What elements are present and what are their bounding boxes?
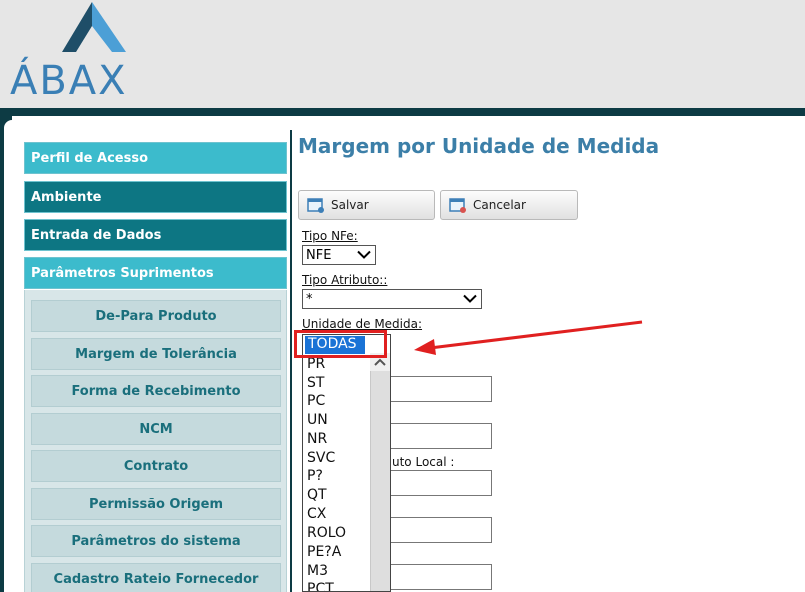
dropdown-option[interactable]: PCT <box>307 581 334 591</box>
annotation-arrow-icon <box>414 320 643 355</box>
dropdown-option[interactable]: M3 <box>307 563 328 579</box>
tipo-nfe-label: Tipo NFe: <box>302 229 358 243</box>
sidebar-section-ambiente[interactable]: Ambiente <box>24 181 287 213</box>
save-button[interactable]: Salvar <box>298 190 435 220</box>
chevron-down-icon <box>357 250 371 259</box>
tipo-nfe-value: NFE <box>306 247 332 263</box>
sidebar-section-perfil-acesso[interactable]: Perfil de Acesso <box>24 142 287 174</box>
unidade-medida-dropdown-list[interactable]: TODAS PR ST PC UN NR SVC P? QT CX ROLO P… <box>302 334 391 592</box>
tipo-atributo-value: * <box>306 291 313 307</box>
save-icon <box>307 198 324 213</box>
sidebar-item-permissao-origem[interactable]: Permissão Origem <box>31 488 281 520</box>
page-title: Margem por Unidade de Medida <box>298 134 660 158</box>
dropdown-option[interactable]: SVC <box>307 450 335 466</box>
dropdown-option[interactable]: NR <box>307 431 327 447</box>
header-band <box>0 108 805 116</box>
tipo-atributo-label: Tipo Atributo:: <box>302 273 388 287</box>
cancel-button-label: Cancelar <box>473 198 526 212</box>
dropdown-option[interactable]: PC <box>307 393 325 409</box>
margin-input-5[interactable] <box>380 564 492 590</box>
margin-input-2[interactable] <box>380 423 492 449</box>
dropdown-option[interactable]: PR <box>307 356 325 372</box>
produto-local-label: uto Local : <box>392 455 455 469</box>
unidade-medida-label: Unidade de Medida: <box>302 317 423 331</box>
dropdown-option[interactable]: ST <box>307 375 324 391</box>
dropdown-option[interactable]: P? <box>307 468 323 484</box>
chevron-down-icon <box>463 294 477 303</box>
dropdown-option[interactable]: UN <box>307 412 328 428</box>
dropdown-option[interactable]: CX <box>307 506 326 522</box>
cancel-icon <box>449 198 466 213</box>
dropdown-option[interactable]: QT <box>307 487 327 503</box>
sidebar-item-de-para-produto[interactable]: De-Para Produto <box>31 300 281 332</box>
margin-input-1[interactable] <box>380 376 492 402</box>
tipo-atributo-select[interactable]: * <box>302 289 482 309</box>
save-button-label: Salvar <box>331 198 369 212</box>
dropdown-scrollbar[interactable] <box>370 353 390 591</box>
logo-wordmark: ÁBAX <box>10 58 128 104</box>
sidebar-section-parametros-suprimentos[interactable]: Parâmetros Suprimentos <box>24 257 287 289</box>
sidebar-item-ncm[interactable]: NCM <box>31 413 281 445</box>
sidebar-item-contrato[interactable]: Contrato <box>31 450 281 482</box>
dropdown-option[interactable]: PE?A <box>307 544 341 560</box>
frame-edge-inner <box>4 120 12 592</box>
margin-input-4[interactable] <box>380 517 492 543</box>
dropdown-option[interactable]: ROLO <box>307 525 346 541</box>
sidebar-item-forma-recebimento[interactable]: Forma de Recebimento <box>31 375 281 407</box>
sidebar-item-cadastro-rateio-fornecedor[interactable]: Cadastro Rateio Fornecedor <box>31 563 281 592</box>
annotation-highlight-box <box>294 330 387 358</box>
tipo-nfe-select[interactable]: NFE <box>302 245 376 265</box>
produto-local-input[interactable] <box>380 470 492 496</box>
cancel-button[interactable]: Cancelar <box>440 190 578 220</box>
app-header: ÁBAX <box>0 0 805 108</box>
content-divider <box>290 130 292 592</box>
sidebar-item-parametros-sistema[interactable]: Parâmetros do sistema <box>31 525 281 557</box>
sidebar-item-margem-tolerancia[interactable]: Margem de Tolerância <box>31 338 281 370</box>
sidebar-section-entrada-dados[interactable]: Entrada de Dados <box>24 219 287 251</box>
